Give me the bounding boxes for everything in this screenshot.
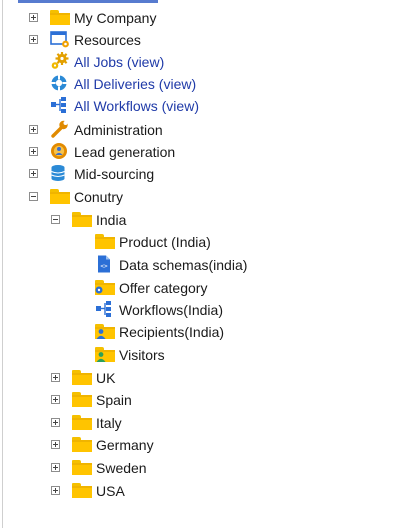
- tree-item-administration[interactable]: Administration: [0, 119, 411, 141]
- deliveries-lifebuoy-icon: [50, 74, 70, 92]
- folder-icon: [50, 187, 70, 205]
- gears-icon: [50, 52, 70, 70]
- offer-folder-icon: [95, 278, 115, 296]
- collapse-icon[interactable]: [51, 215, 60, 224]
- resources-window-icon: [50, 30, 70, 48]
- tree-item-workflows-india[interactable]: Workflows(India): [0, 299, 411, 321]
- expand-icon[interactable]: [51, 463, 60, 472]
- tree-item-all-jobs[interactable]: All Jobs (view): [0, 51, 411, 73]
- folder-icon: [95, 232, 115, 250]
- tree-item-visitors[interactable]: Visitors: [0, 344, 411, 366]
- tree-item-label: Offer category: [119, 280, 208, 296]
- expand-icon[interactable]: [29, 169, 38, 178]
- recipients-folder-icon: [95, 322, 115, 340]
- expand-icon[interactable]: [29, 125, 38, 134]
- expand-icon[interactable]: [51, 373, 60, 382]
- folder-icon: [72, 458, 92, 476]
- tree-item-label: Spain: [96, 392, 132, 408]
- wrench-icon: [50, 120, 70, 138]
- tree-item-label: All Deliveries (view): [74, 76, 197, 92]
- tree-item-label: India: [96, 212, 127, 228]
- tree-item-all-deliveries[interactable]: All Deliveries (view): [0, 73, 411, 95]
- tree-item-label: Italy: [96, 415, 122, 431]
- tree-item-label: USA: [96, 483, 125, 499]
- expand-icon[interactable]: [51, 418, 60, 427]
- tree-item-label: UK: [96, 370, 116, 386]
- tree-item-label: Resources: [74, 32, 141, 48]
- expand-icon[interactable]: [29, 147, 38, 156]
- folder-icon: [72, 435, 92, 453]
- explorer-tree: My Company Resources All Jobs (view) All…: [0, 0, 411, 528]
- tree-item-lead-generation[interactable]: Lead generation: [0, 141, 411, 163]
- tree-item-mid-sourcing[interactable]: Mid-sourcing: [0, 163, 411, 185]
- tree-item-spain[interactable]: Spain: [0, 389, 411, 411]
- expand-icon[interactable]: [29, 13, 38, 22]
- tree-item-label: All Workflows (view): [74, 98, 199, 114]
- tree-item-label: Conutry: [74, 189, 124, 205]
- expand-icon[interactable]: [51, 440, 60, 449]
- tree-item-label: All Jobs (view): [74, 54, 165, 70]
- folder-icon: [72, 481, 92, 499]
- tree-item-sweden[interactable]: Sweden: [0, 457, 411, 479]
- tree-item-italy[interactable]: Italy: [0, 412, 411, 434]
- schema-file-icon: <>: [95, 255, 115, 273]
- tree-item-offer-category[interactable]: Offer category: [0, 277, 411, 299]
- folder-icon: [72, 210, 92, 228]
- tree-item-uk[interactable]: UK: [0, 367, 411, 389]
- tree-item-product-india[interactable]: Product (India): [0, 231, 411, 253]
- folder-icon: [72, 368, 92, 386]
- expand-icon[interactable]: [29, 35, 38, 44]
- folder-icon: [72, 413, 92, 431]
- folder-icon: [72, 390, 92, 408]
- lead-generation-icon: [50, 142, 70, 160]
- svg-text:<>: <>: [100, 263, 108, 270]
- expand-icon[interactable]: [51, 395, 60, 404]
- tree-item-label: Mid-sourcing: [74, 166, 155, 182]
- database-icon: [50, 164, 70, 182]
- tree-item-label: Recipients(India): [119, 324, 225, 340]
- tree-item-all-workflows[interactable]: All Workflows (view): [0, 95, 411, 117]
- tree-item-india[interactable]: India: [0, 209, 411, 231]
- tree-item-resources[interactable]: Resources: [0, 29, 411, 51]
- tree-item-data-schemas-india[interactable]: <> Data schemas(india): [0, 254, 411, 276]
- expand-icon[interactable]: [51, 486, 60, 495]
- tree-item-label: Sweden: [96, 460, 147, 476]
- folder-icon: [50, 8, 70, 26]
- tree-item-conutry[interactable]: Conutry: [0, 186, 411, 208]
- tree-item-label: Germany: [96, 437, 154, 453]
- workflow-icon: [95, 300, 115, 318]
- tree-item-label: Administration: [74, 122, 163, 138]
- tree-item-usa[interactable]: USA: [0, 480, 411, 502]
- tree-item-label: My Company: [74, 10, 157, 26]
- tree-item-label: Lead generation: [74, 144, 176, 160]
- tree-item-label: Visitors: [119, 347, 165, 363]
- tree-item-germany[interactable]: Germany: [0, 434, 411, 456]
- workflow-icon: [50, 96, 70, 114]
- tree-item-my-company[interactable]: My Company: [0, 7, 411, 29]
- visitors-folder-icon: [95, 345, 115, 363]
- tree-item-label: Workflows(India): [119, 302, 223, 318]
- tree-item-label: Data schemas(india): [119, 257, 248, 273]
- tree-item-recipients-india[interactable]: Recipients(India): [0, 321, 411, 343]
- tree-item-label: Product (India): [119, 234, 211, 250]
- collapse-icon[interactable]: [29, 192, 38, 201]
